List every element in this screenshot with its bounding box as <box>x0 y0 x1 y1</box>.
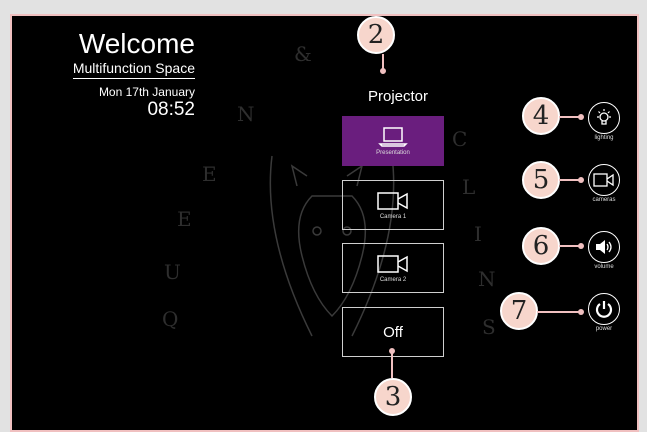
power-button[interactable]: power <box>587 293 621 332</box>
welcome-title: Welcome <box>78 28 195 59</box>
camera-icon <box>593 173 614 187</box>
callout-6-dot <box>578 243 584 249</box>
callout-7: 7 <box>500 292 538 330</box>
source-label: Camera 2 <box>379 277 407 283</box>
speaker-icon <box>596 240 612 254</box>
source-label: Presentation <box>376 150 410 156</box>
svg-text:C: C <box>452 127 467 151</box>
svg-text:S: S <box>482 315 496 339</box>
source-camera-1-button[interactable]: Camera 1 <box>342 180 444 230</box>
touch-panel-screen: QU EE N & CL IN S Welcome Multifunction S… <box>10 14 639 432</box>
callout-2-dot <box>380 68 386 74</box>
callout-5: 5 <box>522 161 560 199</box>
source-presentation-button[interactable]: Presentation <box>342 116 444 166</box>
camera-icon <box>377 192 408 210</box>
laptop-icon <box>378 127 408 147</box>
power-label: power <box>595 326 613 332</box>
time-display: 08:52 <box>147 99 195 120</box>
svg-text:E: E <box>177 207 192 231</box>
lightbulb-icon <box>597 109 611 125</box>
svg-text:N: N <box>237 102 255 126</box>
svg-text:I: I <box>474 222 482 246</box>
date-display: Mon 17th January <box>98 85 195 99</box>
cameras-label: cameras <box>592 197 616 203</box>
callout-5-dot <box>578 177 584 183</box>
callout-7-dot <box>578 309 584 315</box>
volume-label: volume <box>594 264 614 270</box>
source-camera-2-button[interactable]: Camera 2 <box>342 243 444 293</box>
projector-label: Projector <box>367 88 429 105</box>
callout-3-leader <box>391 352 393 378</box>
room-name: Multifunction Space <box>72 60 195 79</box>
callout-7-leader <box>537 311 583 313</box>
volume-button[interactable]: volume <box>587 231 621 270</box>
power-icon <box>595 301 613 318</box>
lighting-button[interactable]: lighting <box>587 102 621 141</box>
callout-3-dot <box>389 348 395 354</box>
lighting-label: lighting <box>594 135 614 141</box>
svg-text:Q: Q <box>162 307 178 331</box>
svg-text:U: U <box>164 260 181 284</box>
svg-text:L: L <box>462 175 475 199</box>
callout-3: 3 <box>374 378 412 416</box>
callout-4: 4 <box>522 97 560 135</box>
cameras-button[interactable]: cameras <box>587 164 621 203</box>
svg-text:&: & <box>294 42 312 66</box>
svg-text:E: E <box>202 162 217 186</box>
svg-text:N: N <box>478 267 496 291</box>
camera-icon <box>377 255 408 273</box>
welcome-block: Welcome Multifunction Space Mon 17th Jan… <box>72 28 195 121</box>
callout-4-dot <box>578 114 584 120</box>
callout-6: 6 <box>522 227 560 265</box>
source-label: Camera 1 <box>379 214 407 220</box>
callout-2: 2 <box>357 16 395 54</box>
